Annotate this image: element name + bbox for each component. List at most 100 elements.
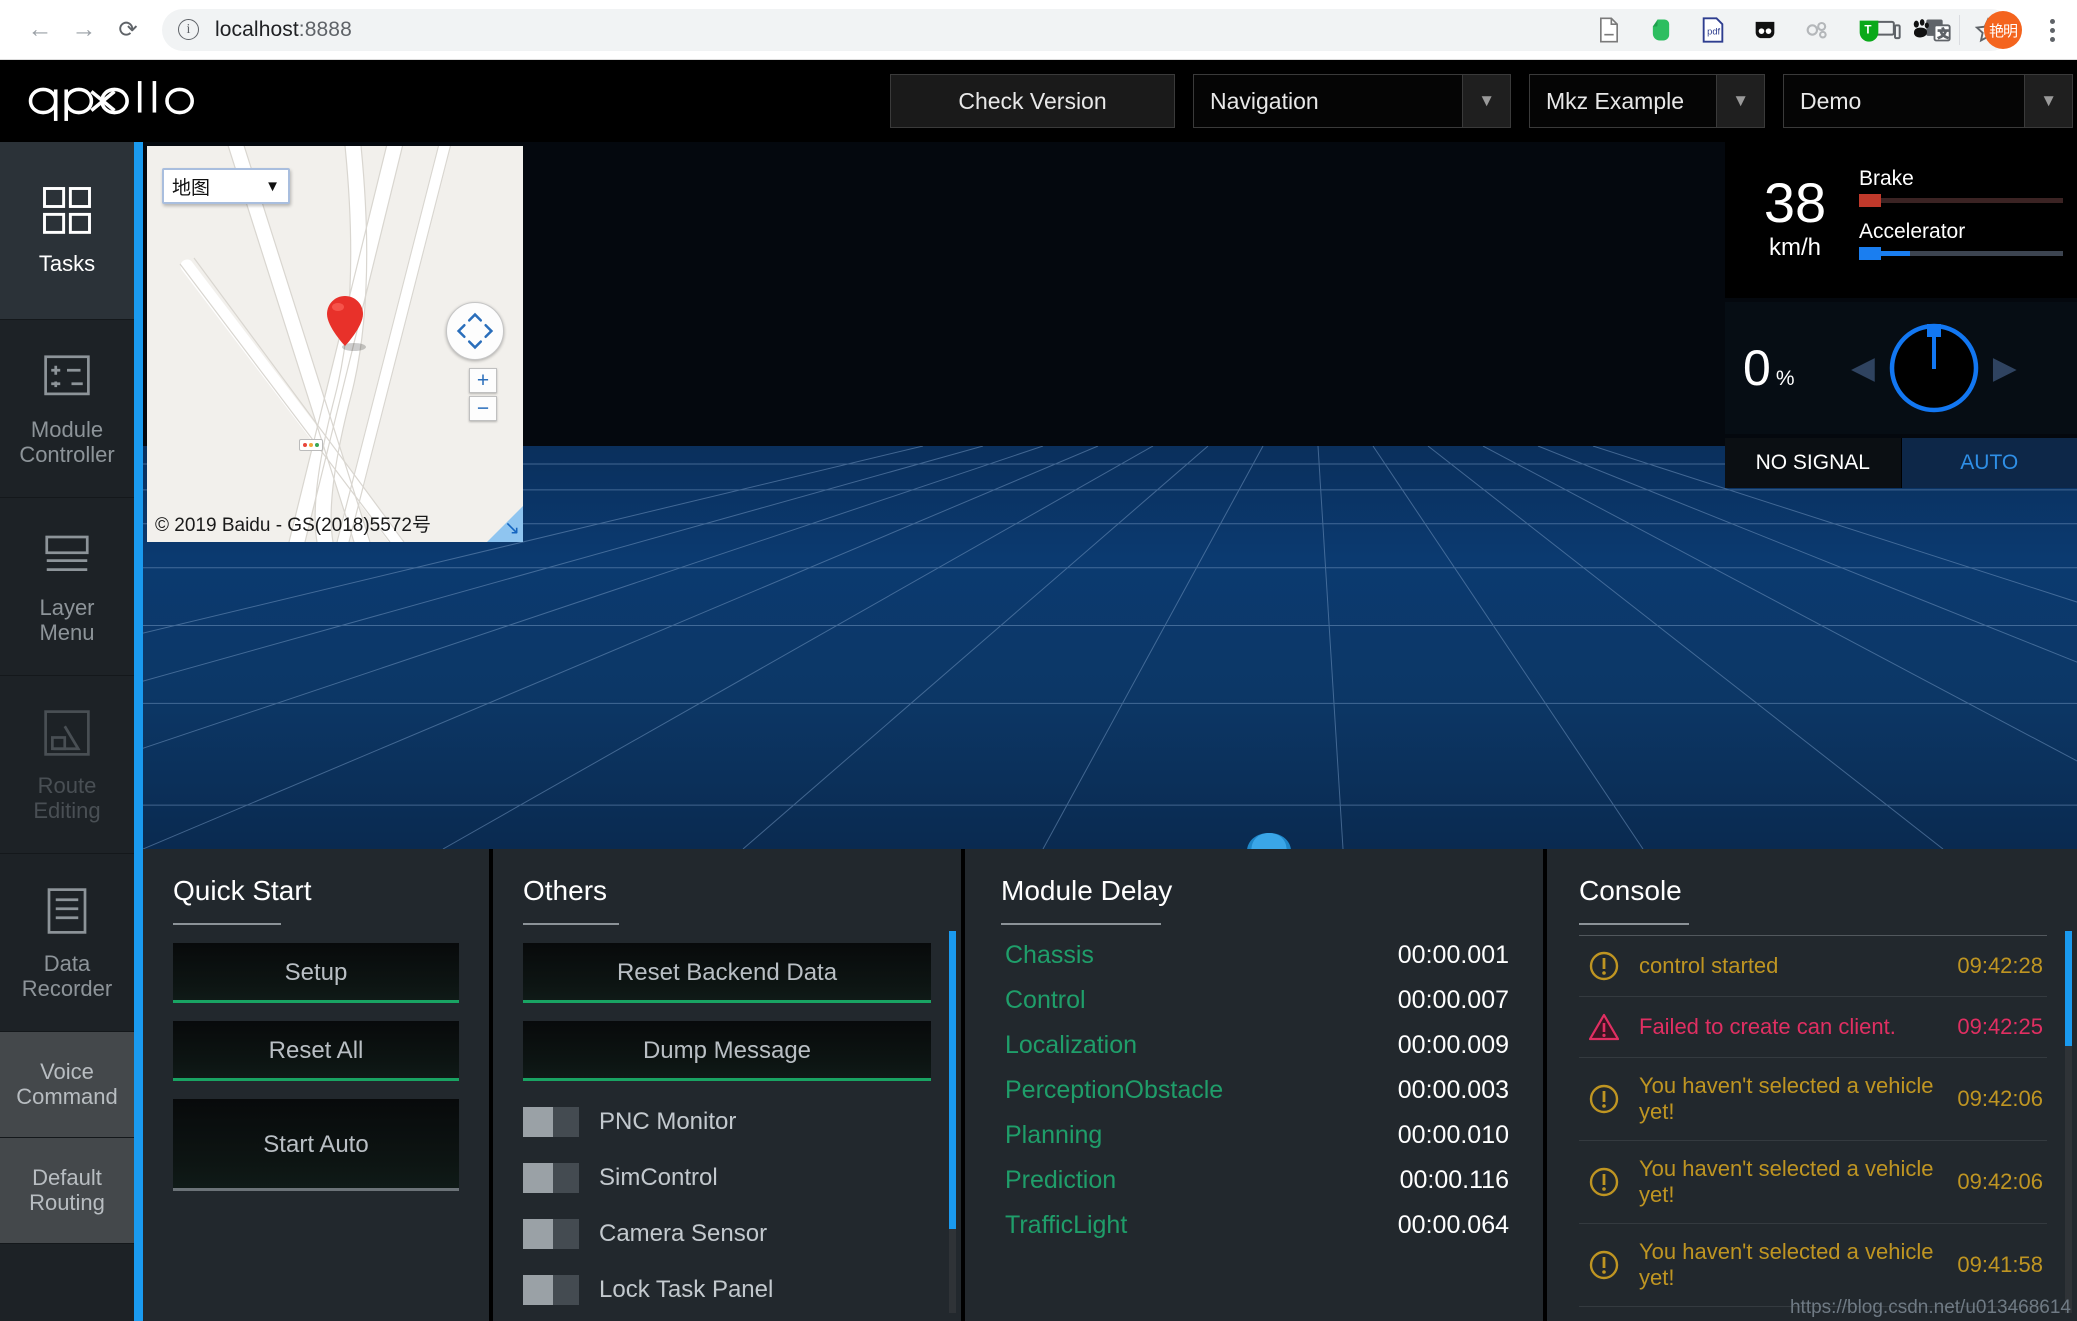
module-delay-row: Chassis 00:00.001 <box>1001 941 1513 970</box>
module-delay-list: Chassis 00:00.001 Control 00:00.007 Localiza… <box>1001 941 1513 1240</box>
toggle-label: PNC Monitor <box>599 1108 737 1135</box>
status-bar: NO SIGNAL AUTO <box>1725 438 2077 488</box>
error-icon <box>1589 1013 1619 1041</box>
console-row: You haven't selected a vehicle yet! 09:41… <box>1579 1223 2047 1306</box>
brake-knob <box>1859 194 1881 207</box>
start-auto-button[interactable]: Start Auto <box>173 1099 459 1191</box>
profile-avatar[interactable]: 艳明 <box>1984 11 2022 49</box>
others-scrollbar[interactable] <box>949 931 956 1313</box>
chevron-down-icon[interactable]: ▼ <box>1462 75 1510 127</box>
site-info-icon[interactable]: i <box>178 19 199 40</box>
chevron-down-icon[interactable]: ▼ <box>2024 75 2072 127</box>
url-text: localhost:8888 <box>215 17 352 41</box>
module-delay-row: Planning 00:00.010 <box>1001 1121 1513 1150</box>
toggle-switch[interactable] <box>523 1275 579 1305</box>
sidebar-item-route-editing[interactable]: Route Editing <box>0 676 134 854</box>
turn-signal-status: NO SIGNAL <box>1725 438 1901 488</box>
sidebar-item-tasks[interactable]: Tasks <box>0 142 134 320</box>
mode-select[interactable]: Navigation ▼ <box>1193 74 1511 128</box>
console-timestamp: 09:41:58 <box>1957 1252 2043 1277</box>
browser-toolbar: ← → ⟳ i localhost:8888 G文 pdf T 艳明 <box>0 0 2077 60</box>
toggle-pnc-monitor[interactable]: PNC Monitor <box>523 1107 931 1137</box>
map-zoom-out-button[interactable]: − <box>469 396 497 421</box>
sidebar-item-label: Layer Menu <box>39 594 95 645</box>
speed-panel: 38 km/h Brake Accelerator <box>1725 142 2077 298</box>
tampermonkey-extension-icon[interactable]: T <box>1855 16 1883 44</box>
console-message: You haven't selected a vehicle yet! <box>1639 1156 1934 1207</box>
map-marker-icon[interactable] <box>323 294 371 356</box>
toggle-camera-sensor[interactable]: Camera Sensor <box>523 1219 931 1249</box>
sidebar-item-label: Voice Command <box>16 1058 118 1109</box>
map-zoom-control[interactable]: + − <box>469 368 497 421</box>
module-delay-panel: Module Delay Chassis 00:00.001 Control 00:0… <box>965 849 1543 1321</box>
app-header: Check Version Navigation ▼ Mkz Example ▼… <box>0 60 2077 142</box>
console-message: control started <box>1639 953 1779 978</box>
page-title: Console <box>1579 875 1682 906</box>
module-delay-row: Localization 00:00.009 <box>1001 1031 1513 1060</box>
toggle-switch[interactable] <box>523 1163 579 1193</box>
map-zoom-in-button[interactable]: + <box>469 368 497 393</box>
toggle-label: Camera Sensor <box>599 1220 768 1247</box>
dump-message-button[interactable]: Dump Message <box>523 1021 931 1081</box>
toggle-switch[interactable] <box>523 1107 579 1137</box>
console-row: Failed to create can client. 09:42:25 <box>1579 996 2047 1057</box>
map-type-select[interactable]: 地图 ▼ <box>162 168 290 204</box>
console-message: You haven't selected a vehicle yet! <box>1639 1239 1934 1290</box>
scene-view[interactable]: 地图 ▼ + − © 2019 Baidu - GS(2018)5572号 ↘ … <box>143 142 2077 849</box>
map-expand-arrow-icon[interactable]: ↘ <box>504 517 520 540</box>
sidebar-item-label: Default Routing <box>29 1164 105 1215</box>
sidebar-item-label: Tasks <box>38 251 96 277</box>
module-delay-value: 00:00.064 <box>1397 1211 1509 1239</box>
evernote-extension-icon[interactable] <box>1647 16 1675 44</box>
accent-rail <box>134 142 143 1321</box>
mini-map[interactable]: 地图 ▼ + − © 2019 Baidu - GS(2018)5572号 ↘ <box>147 146 523 542</box>
pdf-extension-icon[interactable]: pdf <box>1699 16 1727 44</box>
chain-extension-icon[interactable] <box>1803 16 1831 44</box>
browser-menu-button[interactable] <box>2046 15 2059 46</box>
turn-right-arrow-icon: ▶ <box>1992 350 2017 385</box>
reset-backend-data-button[interactable]: Reset Backend Data <box>523 943 931 1003</box>
module-delay-value: 00:00.010 <box>1397 1121 1509 1149</box>
speed-unit: km/h <box>1768 234 1821 262</box>
reload-button[interactable]: ⟳ <box>106 8 150 52</box>
module-name: TrafficLight <box>1005 1211 1128 1239</box>
check-version-button[interactable]: Check Version <box>890 74 1175 128</box>
bottom-panels: Quick Start Setup Reset All Start Auto O… <box>143 849 2077 1321</box>
reset-all-button[interactable]: Reset All <box>173 1021 459 1081</box>
toggle-simcontrol[interactable]: SimControl <box>523 1163 931 1193</box>
sidebar-item-default-routing[interactable]: Default Routing <box>0 1138 134 1244</box>
module-delay-value: 00:00.007 <box>1397 986 1509 1014</box>
vehicle-select[interactable]: Mkz Example ▼ <box>1529 74 1765 128</box>
sidebar: Tasks Module Controller Layer Menu Route… <box>0 142 134 1321</box>
warning-icon <box>1589 951 1619 981</box>
svg-text:T: T <box>1864 24 1871 37</box>
console-timestamp: 09:42:06 <box>1957 1169 2043 1194</box>
setup-button[interactable]: Setup <box>173 943 459 1003</box>
module-delay-value: 00:00.009 <box>1397 1031 1509 1059</box>
gnome-extension-icon[interactable] <box>1907 16 1935 44</box>
chevron-down-icon[interactable]: ▼ <box>265 178 280 195</box>
console-timestamp: 09:42:25 <box>1957 1014 2043 1039</box>
document-extension-icon[interactable] <box>1595 16 1623 44</box>
map-select[interactable]: Demo ▼ <box>1783 74 2073 128</box>
module-name: PerceptionObstacle <box>1005 1076 1224 1104</box>
toggle-switch[interactable] <box>523 1219 579 1249</box>
brake-label: Brake <box>1859 167 1914 190</box>
toggle-lock-task-panel[interactable]: Lock Task Panel <box>523 1275 931 1305</box>
module-name: Prediction <box>1005 1166 1117 1194</box>
sidebar-item-module-controller[interactable]: Module Controller <box>0 320 134 498</box>
chevron-down-icon[interactable]: ▼ <box>1716 75 1764 127</box>
sidebar-item-data-recorder[interactable]: Data Recorder <box>0 854 134 1032</box>
console-row: You haven't selected a vehicle yet! 09:42… <box>1579 1057 2047 1140</box>
map-type-label: 地图 <box>172 177 211 199</box>
map-pan-control[interactable] <box>446 302 504 360</box>
warning-icon <box>1589 1250 1619 1280</box>
forward-button[interactable]: → <box>62 8 106 52</box>
sidebar-item-voice-command[interactable]: Voice Command <box>0 1032 134 1138</box>
sidebar-item-layer-menu[interactable]: Layer Menu <box>0 498 134 676</box>
mode-select-value: Navigation <box>1210 87 1319 114</box>
dual-circle-extension-icon[interactable] <box>1751 16 1779 44</box>
back-button[interactable]: ← <box>18 8 62 52</box>
console-scrollbar[interactable] <box>2065 931 2072 1313</box>
layers-icon <box>45 535 89 571</box>
